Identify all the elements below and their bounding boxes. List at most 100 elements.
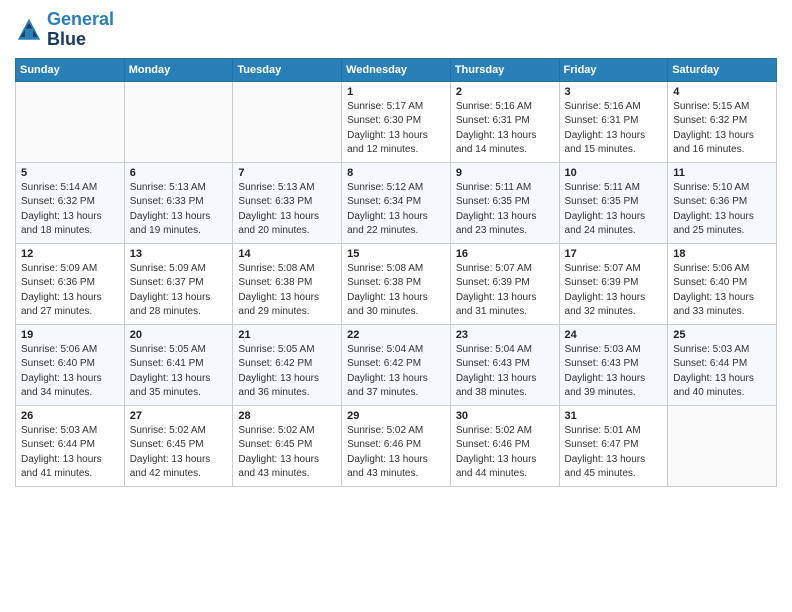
calendar-cell: 1 Sunrise: 5:17 AMSunset: 6:30 PMDaylight… <box>342 81 451 162</box>
day-number: 19 <box>21 329 119 341</box>
calendar-cell: 13 Sunrise: 5:09 AMSunset: 6:37 PMDayligh… <box>124 243 233 324</box>
day-number: 12 <box>21 248 119 260</box>
day-number: 5 <box>21 167 119 179</box>
day-number: 18 <box>673 248 771 260</box>
day-number: 24 <box>565 329 663 341</box>
day-info: Sunrise: 5:12 AMSunset: 6:34 PMDaylight:… <box>347 181 445 239</box>
day-info: Sunrise: 5:02 AMSunset: 6:46 PMDaylight:… <box>347 424 445 482</box>
day-number: 22 <box>347 329 445 341</box>
day-info: Sunrise: 5:03 AMSunset: 6:43 PMDaylight:… <box>565 343 663 401</box>
calendar-week-row: 26Sunrise: 5:03 AMSunset: 6:44 PMDayligh… <box>16 405 777 486</box>
calendar-cell: 14 Sunrise: 5:08 AMSunset: 6:38 PMDayligh… <box>233 243 342 324</box>
calendar-week-row: 12 Sunrise: 5:09 AMSunset: 6:36 PMDayligh… <box>16 243 777 324</box>
calendar-cell: 17 Sunrise: 5:07 AMSunset: 6:39 PMDayligh… <box>559 243 668 324</box>
calendar-cell: 26Sunrise: 5:03 AMSunset: 6:44 PMDayligh… <box>16 405 125 486</box>
day-number: 4 <box>673 86 771 98</box>
day-number: 16 <box>456 248 554 260</box>
day-info: Sunrise: 5:07 AMSunset: 6:39 PMDaylight:… <box>565 262 663 320</box>
day-info: Sunrise: 5:16 AMSunset: 6:31 PMDaylight:… <box>456 100 554 158</box>
day-number: 26 <box>21 410 119 422</box>
calendar-cell <box>233 81 342 162</box>
calendar-cell: 24 Sunrise: 5:03 AMSunset: 6:43 PMDayligh… <box>559 324 668 405</box>
day-number: 13 <box>130 248 228 260</box>
weekday-header-tuesday: Tuesday <box>233 58 342 81</box>
day-number: 7 <box>238 167 336 179</box>
day-number: 28 <box>238 410 336 422</box>
day-info: Sunrise: 5:10 AMSunset: 6:36 PMDaylight:… <box>673 181 771 239</box>
day-number: 17 <box>565 248 663 260</box>
day-number: 20 <box>130 329 228 341</box>
logo: General Blue <box>15 10 114 50</box>
calendar-cell <box>668 405 777 486</box>
day-info: Sunrise: 5:11 AMSunset: 6:35 PMDaylight:… <box>565 181 663 239</box>
calendar-cell: 28 Sunrise: 5:02 AMSunset: 6:45 PMDayligh… <box>233 405 342 486</box>
day-info: Sunrise: 5:09 AMSunset: 6:36 PMDaylight:… <box>21 262 119 320</box>
calendar-week-row: 1 Sunrise: 5:17 AMSunset: 6:30 PMDaylight… <box>16 81 777 162</box>
day-info: Sunrise: 5:08 AMSunset: 6:38 PMDaylight:… <box>347 262 445 320</box>
calendar-cell: 12 Sunrise: 5:09 AMSunset: 6:36 PMDayligh… <box>16 243 125 324</box>
day-info: Sunrise: 5:02 AMSunset: 6:46 PMDaylight:… <box>456 424 554 482</box>
calendar-cell: 18Sunrise: 5:06 AMSunset: 6:40 PMDayligh… <box>668 243 777 324</box>
calendar-header: SundayMondayTuesdayWednesdayThursdayFrid… <box>16 58 777 81</box>
calendar-cell: 19Sunrise: 5:06 AMSunset: 6:40 PMDayligh… <box>16 324 125 405</box>
calendar-cell: 27 Sunrise: 5:02 AMSunset: 6:45 PMDayligh… <box>124 405 233 486</box>
calendar-cell <box>16 81 125 162</box>
calendar-cell: 8 Sunrise: 5:12 AMSunset: 6:34 PMDaylight… <box>342 162 451 243</box>
day-number: 1 <box>347 86 445 98</box>
day-number: 27 <box>130 410 228 422</box>
day-number: 6 <box>130 167 228 179</box>
day-number: 10 <box>565 167 663 179</box>
day-info: Sunrise: 5:14 AMSunset: 6:32 PMDaylight:… <box>21 181 119 239</box>
calendar-table: SundayMondayTuesdayWednesdayThursdayFrid… <box>15 58 777 487</box>
calendar-cell: 16 Sunrise: 5:07 AMSunset: 6:39 PMDayligh… <box>450 243 559 324</box>
day-number: 9 <box>456 167 554 179</box>
calendar-cell <box>124 81 233 162</box>
calendar-cell: 25 Sunrise: 5:03 AMSunset: 6:44 PMDayligh… <box>668 324 777 405</box>
day-number: 25 <box>673 329 771 341</box>
day-info: Sunrise: 5:13 AMSunset: 6:33 PMDaylight:… <box>238 181 336 239</box>
calendar-cell: 7 Sunrise: 5:13 AMSunset: 6:33 PMDaylight… <box>233 162 342 243</box>
calendar-cell: 2 Sunrise: 5:16 AMSunset: 6:31 PMDaylight… <box>450 81 559 162</box>
weekday-header-monday: Monday <box>124 58 233 81</box>
calendar-cell: 15 Sunrise: 5:08 AMSunset: 6:38 PMDayligh… <box>342 243 451 324</box>
day-info: Sunrise: 5:07 AMSunset: 6:39 PMDaylight:… <box>456 262 554 320</box>
day-info: Sunrise: 5:09 AMSunset: 6:37 PMDaylight:… <box>130 262 228 320</box>
calendar-body: 1 Sunrise: 5:17 AMSunset: 6:30 PMDaylight… <box>16 81 777 486</box>
calendar-week-row: 5 Sunrise: 5:14 AMSunset: 6:32 PMDaylight… <box>16 162 777 243</box>
day-number: 8 <box>347 167 445 179</box>
calendar-cell: 3Sunrise: 5:16 AMSunset: 6:31 PMDaylight… <box>559 81 668 162</box>
day-number: 15 <box>347 248 445 260</box>
weekday-header-wednesday: Wednesday <box>342 58 451 81</box>
day-number: 30 <box>456 410 554 422</box>
day-number: 31 <box>565 410 663 422</box>
calendar-cell: 21Sunrise: 5:05 AMSunset: 6:42 PMDayligh… <box>233 324 342 405</box>
calendar-cell: 31 Sunrise: 5:01 AMSunset: 6:47 PMDayligh… <box>559 405 668 486</box>
logo-icon <box>15 16 43 44</box>
day-number: 3 <box>565 86 663 98</box>
day-number: 14 <box>238 248 336 260</box>
day-info: Sunrise: 5:01 AMSunset: 6:47 PMDaylight:… <box>565 424 663 482</box>
day-info: Sunrise: 5:08 AMSunset: 6:38 PMDaylight:… <box>238 262 336 320</box>
calendar-cell: 9 Sunrise: 5:11 AMSunset: 6:35 PMDaylight… <box>450 162 559 243</box>
weekday-header-row: SundayMondayTuesdayWednesdayThursdayFrid… <box>16 58 777 81</box>
day-info: Sunrise: 5:02 AMSunset: 6:45 PMDaylight:… <box>130 424 228 482</box>
day-info: Sunrise: 5:05 AMSunset: 6:42 PMDaylight:… <box>238 343 336 401</box>
day-number: 11 <box>673 167 771 179</box>
calendar-cell: 11 Sunrise: 5:10 AMSunset: 6:36 PMDayligh… <box>668 162 777 243</box>
logo-text: General Blue <box>47 10 114 50</box>
weekday-header-sunday: Sunday <box>16 58 125 81</box>
day-number: 2 <box>456 86 554 98</box>
day-info: Sunrise: 5:11 AMSunset: 6:35 PMDaylight:… <box>456 181 554 239</box>
calendar-cell: 23Sunrise: 5:04 AMSunset: 6:43 PMDayligh… <box>450 324 559 405</box>
calendar-cell: 20Sunrise: 5:05 AMSunset: 6:41 PMDayligh… <box>124 324 233 405</box>
day-info: Sunrise: 5:17 AMSunset: 6:30 PMDaylight:… <box>347 100 445 158</box>
day-info: Sunrise: 5:03 AMSunset: 6:44 PMDaylight:… <box>673 343 771 401</box>
calendar-cell: 10 Sunrise: 5:11 AMSunset: 6:35 PMDayligh… <box>559 162 668 243</box>
calendar-cell: 30 Sunrise: 5:02 AMSunset: 6:46 PMDayligh… <box>450 405 559 486</box>
weekday-header-friday: Friday <box>559 58 668 81</box>
calendar-cell: 29Sunrise: 5:02 AMSunset: 6:46 PMDayligh… <box>342 405 451 486</box>
day-info: Sunrise: 5:15 AMSunset: 6:32 PMDaylight:… <box>673 100 771 158</box>
calendar-cell: 5 Sunrise: 5:14 AMSunset: 6:32 PMDaylight… <box>16 162 125 243</box>
weekday-header-thursday: Thursday <box>450 58 559 81</box>
day-info: Sunrise: 5:02 AMSunset: 6:45 PMDaylight:… <box>238 424 336 482</box>
